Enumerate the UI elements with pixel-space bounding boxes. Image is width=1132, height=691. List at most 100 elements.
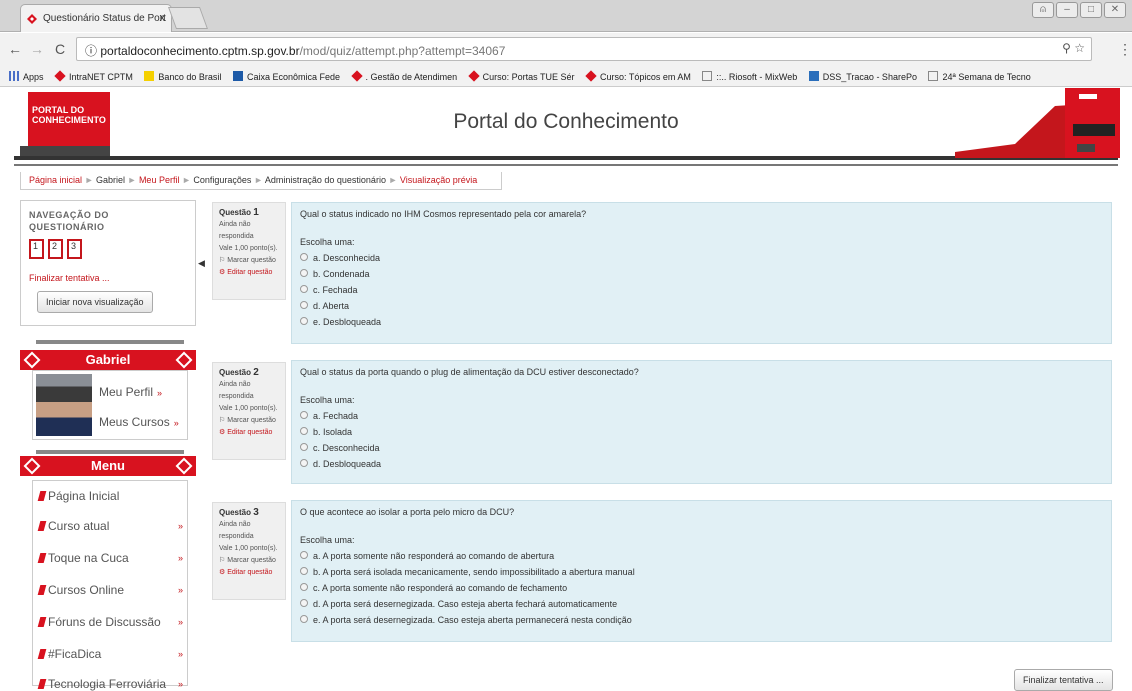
menu-block-header[interactable]: Menu bbox=[20, 456, 196, 476]
bookmark-item[interactable]: Curso: Tópicos em AM bbox=[585, 70, 691, 82]
radio-button[interactable] bbox=[300, 583, 308, 591]
flag-question[interactable]: ⚐ Marcar questão bbox=[219, 415, 279, 427]
menu-block: Página Inicial Curso atual» Toque na Cuc… bbox=[32, 480, 188, 691]
breadcrumb-admin[interactable]: Administração do questionário bbox=[265, 175, 386, 185]
radio-button[interactable] bbox=[300, 411, 308, 419]
breadcrumb-user[interactable]: Gabriel bbox=[96, 175, 125, 185]
question-button-1[interactable]: 1 bbox=[29, 239, 44, 259]
question-buttons: 1 2 3 bbox=[29, 239, 187, 259]
answer-option[interactable]: c. A porta somente não responderá ao com… bbox=[300, 583, 1103, 593]
answer-option[interactable]: b. A porta será isolada mecanicamente, s… bbox=[300, 567, 1103, 577]
my-courses-link[interactable]: Meus Cursos» bbox=[99, 415, 179, 429]
edit-question-link[interactable]: ⚙ Editar questão bbox=[219, 427, 279, 439]
answer-option[interactable]: e. A porta será desernegizada. Caso este… bbox=[300, 615, 1103, 625]
minimize-icon[interactable]: – bbox=[1056, 2, 1078, 18]
breadcrumb-separator: ► bbox=[388, 175, 400, 185]
info-icon[interactable]: ⓘ bbox=[85, 44, 100, 58]
answer-option[interactable]: a. Fechada bbox=[300, 411, 1103, 421]
tab-close-icon[interactable]: x bbox=[160, 12, 166, 24]
bookmark-item[interactable]: Curso: Portas TUE Sér bbox=[467, 70, 574, 82]
question-button-2[interactable]: 2 bbox=[48, 239, 63, 259]
breadcrumb-separator: ► bbox=[127, 175, 139, 185]
bookmark-apps[interactable]: Apps bbox=[9, 71, 44, 82]
edit-question-link[interactable]: ⚙ Editar questão bbox=[219, 267, 279, 279]
new-tab-button[interactable] bbox=[167, 7, 209, 29]
answer-option[interactable]: c. Fechada bbox=[300, 285, 1103, 295]
browser-tab[interactable]: Questionário Status de Port x bbox=[20, 4, 172, 32]
radio-button[interactable] bbox=[300, 567, 308, 575]
menu-item[interactable]: Cursos Online» bbox=[37, 583, 187, 597]
radio-button[interactable] bbox=[300, 317, 308, 325]
bookmark-item[interactable]: Banco do Brasil bbox=[144, 71, 221, 82]
pencil-icon bbox=[37, 585, 47, 595]
radio-button[interactable] bbox=[300, 459, 308, 467]
breadcrumb-home[interactable]: Página inicial bbox=[29, 175, 82, 185]
radio-button[interactable] bbox=[300, 301, 308, 309]
bookmark-item[interactable]: IntraNET CPTM bbox=[54, 70, 133, 82]
radio-button[interactable] bbox=[300, 599, 308, 607]
collapse-sidebar-icon[interactable]: ◀ bbox=[198, 258, 205, 269]
user-block-header[interactable]: Gabriel bbox=[20, 350, 196, 370]
back-icon[interactable]: ← bbox=[8, 41, 22, 57]
answer-option[interactable]: a. Desconhecida bbox=[300, 253, 1103, 263]
url-input[interactable]: ⓘ portaldoconhecimento.cptm.sp.gov.br/mo… bbox=[76, 37, 1092, 61]
answer-option[interactable]: c. Desconhecida bbox=[300, 443, 1103, 453]
answer-option[interactable]: e. Desbloqueada bbox=[300, 317, 1103, 327]
question-box-2: Qual o status da porta quando o plug de … bbox=[291, 360, 1112, 484]
bookmarks-bar: Apps IntraNET CPTM Banco do Brasil Caixa… bbox=[0, 65, 1132, 87]
diamond-icon bbox=[23, 351, 41, 369]
site-favicon-icon bbox=[27, 14, 37, 24]
avatar[interactable] bbox=[36, 374, 92, 436]
menu-item[interactable]: Fóruns de Discussão» bbox=[37, 615, 187, 629]
pencil-icon bbox=[37, 521, 47, 531]
breadcrumb-profile[interactable]: Meu Perfil bbox=[139, 175, 180, 185]
my-profile-link[interactable]: Meu Perfil» bbox=[99, 385, 162, 399]
menu-item[interactable]: #FicaDica» bbox=[37, 647, 187, 661]
answer-option[interactable]: b. Condenada bbox=[300, 269, 1103, 279]
menu-item[interactable]: Curso atual» bbox=[37, 519, 187, 533]
radio-button[interactable] bbox=[300, 427, 308, 435]
flag-question[interactable]: ⚐ Marcar questão bbox=[219, 555, 279, 567]
user-name: Gabriel bbox=[85, 352, 131, 367]
answer-option[interactable]: d. A porta será desernegizada. Caso este… bbox=[300, 599, 1103, 609]
menu-dots-icon[interactable]: ⋮ bbox=[1118, 41, 1132, 58]
maximize-icon[interactable]: □ bbox=[1080, 2, 1102, 18]
tab-title: Questionário Status de Port bbox=[43, 13, 166, 24]
radio-button[interactable] bbox=[300, 269, 308, 277]
radio-button[interactable] bbox=[300, 443, 308, 451]
flag-icon: ⚐ bbox=[219, 417, 228, 424]
bookmark-item[interactable]: Caixa Econômica Fede bbox=[232, 71, 340, 82]
breadcrumb-current[interactable]: Visualização prévia bbox=[400, 175, 477, 185]
bookmark-item[interactable]: DSS_Tracao - SharePo bbox=[808, 71, 917, 82]
flag-question[interactable]: ⚐ Marcar questão bbox=[219, 255, 279, 267]
user-icon[interactable]: ⍝ bbox=[1032, 2, 1054, 18]
page-icon bbox=[928, 71, 939, 81]
radio-button[interactable] bbox=[300, 285, 308, 293]
finish-attempt-button[interactable]: Finalizar tentativa ... bbox=[1014, 669, 1113, 691]
bookmark-item[interactable]: . Gestão de Atendimen bbox=[350, 70, 457, 82]
new-preview-button[interactable]: Iniciar nova visualização bbox=[37, 291, 153, 313]
finish-attempt-link[interactable]: Finalizar tentativa ... bbox=[29, 273, 187, 283]
menu-item[interactable]: Página Inicial bbox=[37, 489, 187, 503]
answer-option[interactable]: b. Isolada bbox=[300, 427, 1103, 437]
close-window-icon[interactable]: ✕ bbox=[1104, 2, 1126, 18]
menu-item[interactable]: Toque na Cuca» bbox=[37, 551, 187, 565]
menu-item[interactable]: Tecnologia Ferroviária» bbox=[37, 677, 187, 691]
radio-button[interactable] bbox=[300, 253, 308, 261]
bookmark-item[interactable]: ::.. Riosoft - MixWeb bbox=[702, 71, 797, 82]
answer-option[interactable]: d. Aberta bbox=[300, 301, 1103, 311]
apps-grid-icon bbox=[9, 71, 19, 81]
answer-option[interactable]: a. A porta somente não responderá ao com… bbox=[300, 551, 1103, 561]
question-box-3: O que acontece ao isolar a porta pelo mi… bbox=[291, 500, 1112, 642]
edit-question-link[interactable]: ⚙ Editar questão bbox=[219, 567, 279, 579]
question-box-1: Qual o status indicado no IHM Cosmos rep… bbox=[291, 202, 1112, 344]
zoom-star-icons[interactable]: ⚲ ☆ bbox=[1062, 41, 1085, 55]
forward-icon[interactable]: → bbox=[30, 41, 44, 57]
radio-button[interactable] bbox=[300, 615, 308, 623]
bookmark-item[interactable]: 24ª Semana de Tecno bbox=[928, 71, 1031, 82]
question-button-3[interactable]: 3 bbox=[67, 239, 82, 259]
breadcrumb-config[interactable]: Configurações bbox=[193, 175, 251, 185]
radio-button[interactable] bbox=[300, 551, 308, 559]
reload-icon[interactable]: C bbox=[55, 41, 65, 57]
answer-option[interactable]: d. Desbloqueada bbox=[300, 459, 1103, 469]
